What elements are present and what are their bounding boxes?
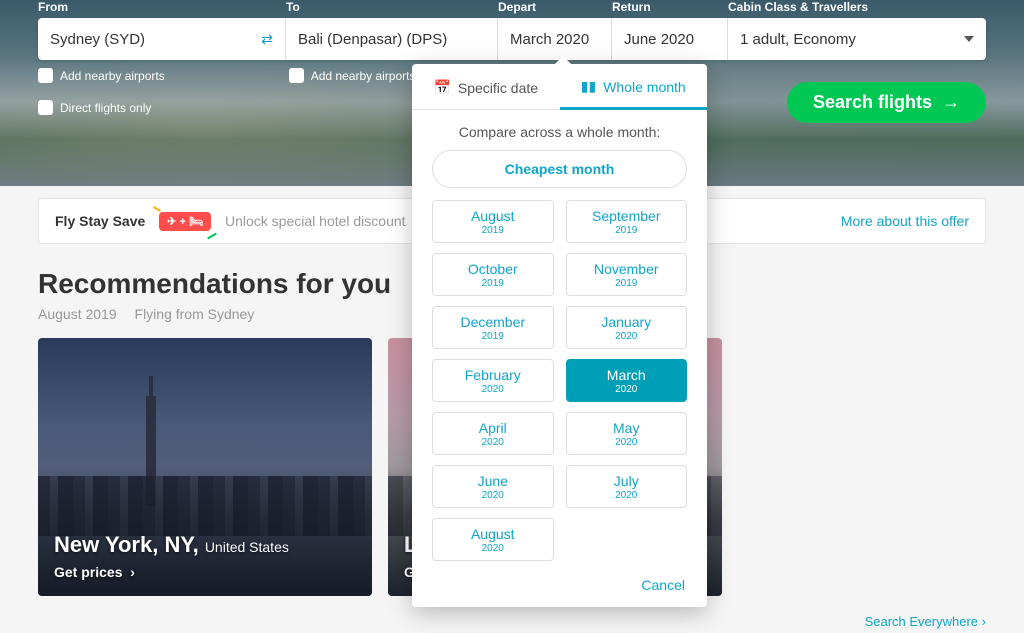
month-year: 2020 (567, 331, 687, 342)
label-to: To (286, 0, 498, 14)
month-option-january-2020[interactable]: January2020 (566, 306, 688, 349)
date-popover: 📅 Specific date ▮▮ Whole month Compare a… (412, 64, 707, 607)
to-input[interactable]: Bali (Denpasar) (DPS) (286, 18, 498, 60)
month-year: 2020 (567, 437, 687, 448)
chevron-right-icon: › (982, 614, 986, 629)
month-year: 2019 (433, 225, 553, 236)
rec-date: August 2019 (38, 306, 117, 322)
month-name: April (433, 420, 553, 436)
month-option-september-2019[interactable]: September2019 (566, 200, 688, 243)
label-depart: Depart (498, 0, 612, 14)
tab-whole-month[interactable]: ▮▮ Whole month (560, 64, 708, 110)
month-option-june-2020[interactable]: June2020 (432, 465, 554, 508)
search-button-label: Search flights (813, 92, 932, 113)
month-year: 2020 (567, 490, 687, 501)
chevron-down-icon (964, 36, 974, 42)
arrow-right-icon: → (942, 92, 960, 113)
search-labels-row: From To Depart Return Cabin Class & Trav… (38, 0, 986, 18)
compare-text: Compare across a whole month: (412, 110, 707, 150)
search-everywhere-link[interactable]: Search Everywhere › (865, 614, 986, 629)
banner-more-link[interactable]: More about this offer (841, 213, 969, 229)
search-flights-button[interactable]: Search flights → (787, 82, 986, 123)
nearby-to-label: Add nearby airports (311, 69, 416, 83)
month-year: 2020 (433, 437, 553, 448)
direct-flights-checkbox[interactable]: Direct flights only (38, 100, 151, 115)
cabin-value: 1 adult, Economy (740, 31, 856, 48)
month-option-july-2020[interactable]: July2020 (566, 465, 688, 508)
month-name: November (567, 261, 687, 277)
label-cabin: Cabin Class & Travellers (728, 0, 986, 14)
calendar-icon: 📅 (433, 79, 450, 96)
month-option-october-2019[interactable]: October2019 (432, 253, 554, 296)
cabin-input[interactable]: 1 adult, Economy (728, 18, 986, 60)
month-option-november-2019[interactable]: November2019 (566, 253, 688, 296)
month-name: July (567, 473, 687, 489)
from-input[interactable]: Sydney (SYD) ⇄ (38, 18, 286, 60)
month-year: 2019 (433, 278, 553, 289)
month-option-april-2020[interactable]: April2020 (432, 412, 554, 455)
banner-title: Fly Stay Save (55, 213, 145, 229)
month-option-december-2019[interactable]: December2019 (432, 306, 554, 349)
checkbox-icon (289, 68, 304, 83)
month-name: October (433, 261, 553, 277)
month-name: June (433, 473, 553, 489)
nearby-from-checkbox[interactable]: Add nearby airports (38, 68, 165, 83)
month-name: August (433, 208, 553, 224)
direct-flights-label: Direct flights only (60, 101, 151, 115)
swap-icon[interactable]: ⇄ (261, 31, 273, 48)
search-bar: Sydney (SYD) ⇄ Bali (Denpasar) (DPS) Mar… (38, 18, 986, 60)
month-option-may-2020[interactable]: May2020 (566, 412, 688, 455)
recommendation-card[interactable]: New York, NY, United States Get prices › (38, 338, 372, 596)
cancel-button[interactable]: Cancel (412, 567, 707, 597)
month-year: 2020 (433, 384, 553, 395)
card-city: New York, NY, (54, 532, 205, 557)
checkbox-icon (38, 68, 53, 83)
month-name: January (567, 314, 687, 330)
banner-pill: ✈ + 🛏 (159, 212, 211, 231)
month-year: 2020 (567, 384, 687, 395)
to-value: Bali (Denpasar) (DPS) (298, 31, 447, 48)
month-name: August (433, 526, 553, 542)
tab-specific-label: Specific date (458, 80, 538, 96)
month-year: 2020 (433, 490, 553, 501)
label-return: Return (612, 0, 728, 14)
month-name: February (433, 367, 553, 383)
month-year: 2019 (433, 331, 553, 342)
label-from: From (38, 0, 286, 14)
month-year: 2019 (567, 278, 687, 289)
month-name: December (433, 314, 553, 330)
tab-whole-label: Whole month (603, 79, 685, 95)
month-option-august-2019[interactable]: August2019 (432, 200, 554, 243)
month-year: 2020 (433, 543, 553, 554)
from-value: Sydney (SYD) (50, 31, 145, 48)
nearby-to-checkbox[interactable]: Add nearby airports (289, 68, 416, 83)
month-name: September (567, 208, 687, 224)
tab-specific-date[interactable]: 📅 Specific date (412, 64, 560, 109)
depart-input[interactable]: March 2020 (498, 18, 612, 60)
month-name: March (567, 367, 687, 383)
cheapest-month-button[interactable]: Cheapest month (432, 150, 687, 188)
month-name: May (567, 420, 687, 436)
bar-chart-icon: ▮▮ (581, 78, 596, 95)
checkbox-icon (38, 100, 53, 115)
nearby-from-label: Add nearby airports (60, 69, 165, 83)
month-option-february-2020[interactable]: February2020 (432, 359, 554, 402)
month-option-march-2020[interactable]: March2020 (566, 359, 688, 402)
month-year: 2019 (567, 225, 687, 236)
get-prices-link[interactable]: Get prices › (54, 564, 356, 580)
month-option-august-2020[interactable]: August2020 (432, 518, 554, 561)
depart-value: March 2020 (510, 31, 589, 48)
return-value: June 2020 (624, 31, 694, 48)
return-input[interactable]: June 2020 (612, 18, 728, 60)
rec-flying-from: Flying from Sydney (135, 306, 255, 322)
card-country: United States (205, 539, 289, 555)
